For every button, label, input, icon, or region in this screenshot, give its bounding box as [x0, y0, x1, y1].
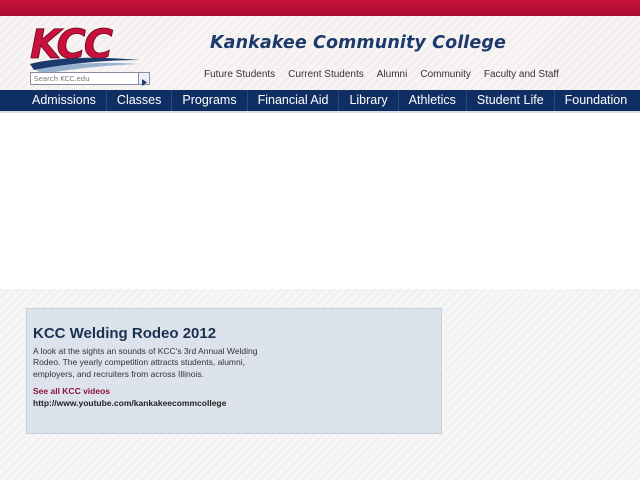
top-accent-bar	[0, 0, 640, 16]
nav-admissions[interactable]: Admissions	[22, 90, 107, 111]
util-link-community[interactable]: Community	[420, 69, 471, 80]
feature-description: A look at the sights an sounds of KCC's …	[33, 346, 258, 379]
site-header: KCC Kankakee Community College Future St…	[0, 16, 640, 90]
youtube-url: http://www.youtube.com/kankakeecommcolle…	[33, 398, 227, 408]
util-link-future-students[interactable]: Future Students	[204, 69, 275, 80]
see-all-videos-link[interactable]: See all KCC videos	[33, 386, 110, 396]
arrow-right-icon	[142, 79, 147, 86]
nav-foundation[interactable]: Foundation	[555, 90, 638, 111]
kcc-logo[interactable]: KCC	[28, 20, 143, 76]
search-box	[30, 72, 150, 86]
utility-nav: Future Students Current Students Alumni …	[204, 69, 572, 80]
nav-athletics[interactable]: Athletics	[399, 90, 467, 111]
util-link-faculty-staff[interactable]: Faculty and Staff	[484, 69, 559, 80]
nav-library[interactable]: Library	[339, 90, 399, 111]
main-nav: Admissions Classes Programs Financial Ai…	[0, 90, 640, 113]
nav-programs[interactable]: Programs	[172, 90, 248, 111]
nav-financial-aid[interactable]: Financial Aid	[248, 90, 340, 111]
search-input[interactable]	[31, 73, 142, 84]
nav-classes[interactable]: Classes	[107, 90, 173, 111]
util-link-current-students[interactable]: Current Students	[288, 69, 364, 80]
feature-panel: KCC Welding Rodeo 2012 A look at the sig…	[26, 308, 442, 434]
search-button[interactable]	[138, 73, 149, 86]
util-link-alumni[interactable]: Alumni	[377, 69, 408, 80]
nav-student-life[interactable]: Student Life	[467, 90, 555, 111]
college-name: Kankakee Community College	[210, 33, 506, 53]
feature-title: KCC Welding Rodeo 2012	[33, 325, 217, 342]
